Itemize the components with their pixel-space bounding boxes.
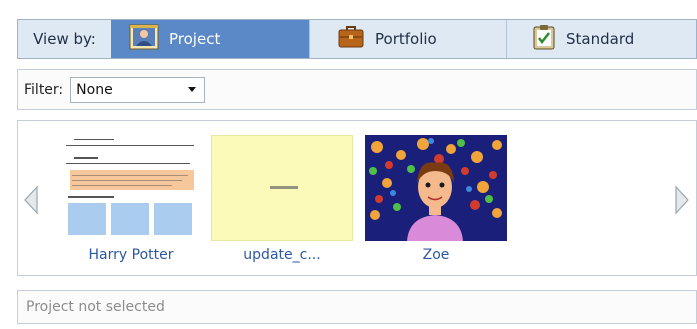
briefcase-icon [337,25,365,53]
yellow-page-thumbnail [211,135,353,241]
tab-standard[interactable]: Standard [506,20,696,58]
filter-select[interactable]: None [70,76,206,103]
tab-project-label: Project [169,30,221,48]
gallery-item-caption[interactable]: Harry Potter [60,247,202,263]
tab-portfolio[interactable]: Portfolio [309,20,506,58]
filter-label: Filter: [24,81,64,98]
gallery-item[interactable]: Harry Potter [60,135,202,263]
student-portrait-icon [129,24,159,54]
status-bar: Project not selected [17,290,697,324]
right-arrow-icon[interactable] [674,185,690,219]
view-by-label: View by: [33,30,96,48]
project-gallery: Harry Potter update_c... Zoe [17,120,697,276]
view-by-bar: View by: Project Portfolio Standard [17,19,697,59]
filter-selected-value: None [76,81,113,98]
filter-bar: Filter: None [17,69,697,110]
status-text: Project not selected [26,299,165,315]
document-thumbnail [60,135,202,241]
clipboard-check-icon [532,24,556,54]
left-arrow-icon[interactable] [23,185,39,219]
tab-portfolio-label: Portfolio [375,30,437,48]
chevron-down-icon [188,87,197,92]
drawing-thumbnail [365,135,507,241]
gallery-item[interactable]: update_c... [211,135,353,263]
tab-standard-label: Standard [566,30,635,48]
gallery-item-caption[interactable]: update_c... [211,247,353,263]
gallery-item-caption[interactable]: Zoe [365,247,507,263]
gallery-item[interactable]: Zoe [365,135,507,263]
tab-project[interactable]: Project [111,20,309,58]
